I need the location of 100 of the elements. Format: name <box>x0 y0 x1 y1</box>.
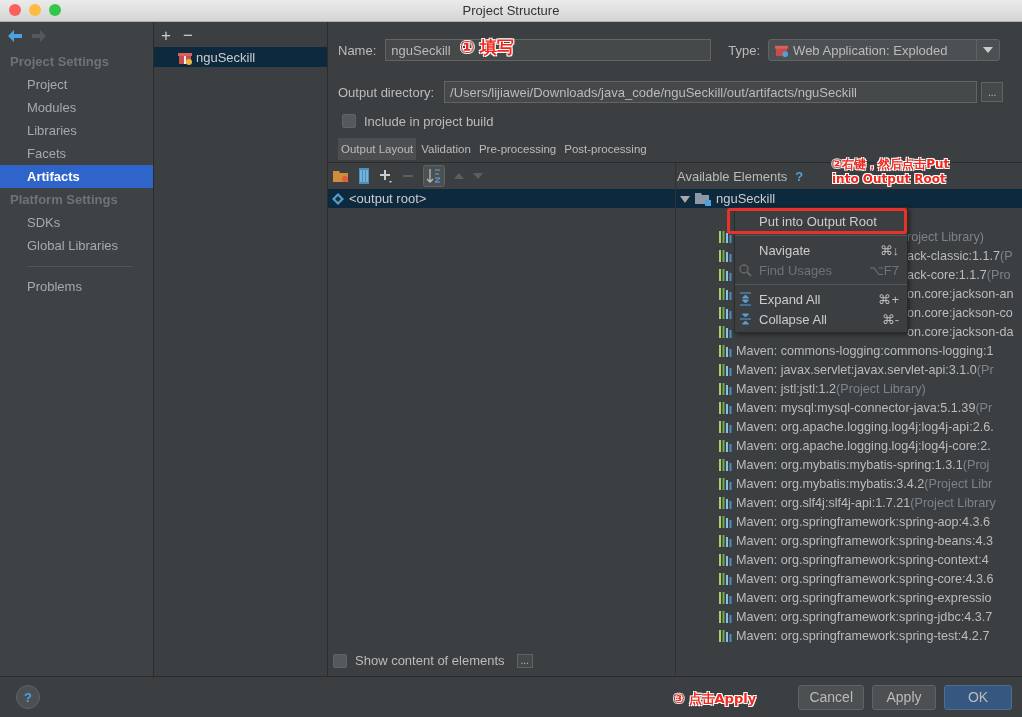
library-item[interactable]: Maven: org.springframework:spring-aop:4.3.6 <box>736 514 991 529</box>
checkbox[interactable] <box>342 114 356 128</box>
help-link[interactable]: ? <box>795 168 804 184</box>
library-icon <box>719 325 733 338</box>
dialog-button[interactable]: OK <box>944 684 1012 710</box>
close-button[interactable] <box>9 4 21 16</box>
archive-icon[interactable] <box>358 168 370 184</box>
library-icon <box>719 306 733 319</box>
add-icon[interactable] <box>379 169 393 183</box>
tab[interactable]: Output Layout <box>338 138 417 160</box>
library-icon <box>719 572 733 585</box>
available-elements-label: Available Elements <box>677 168 788 184</box>
sidebar-item[interactable]: SDKs <box>0 211 153 234</box>
library-icon <box>719 268 733 281</box>
library-item[interactable]: Maven: org.apache.logging.log4j:log4j-core:2. <box>736 438 991 453</box>
diamond-icon <box>332 192 344 205</box>
library-item[interactable]: Maven: org.springframework:spring-test:4.2.7 <box>736 628 990 643</box>
library-item[interactable]: ack-classic:1.1.7(P <box>907 248 1013 263</box>
type-label: Type: <box>728 42 761 58</box>
library-item[interactable]: Maven: org.springframework:spring-context:4 <box>736 552 989 567</box>
menu-item[interactable]: Collapse All ⌘- <box>735 309 907 329</box>
folder-icon <box>695 191 711 206</box>
library-item[interactable]: ack-core:1.1.7(Pro <box>907 267 1011 282</box>
type-dropdown[interactable]: Web Application: Exploded <box>768 39 1001 61</box>
output-directory-field[interactable]: /Users/lijiawei/Downloads/java_code/nguSeckill/out/artifacts/nguSeckill <box>444 81 978 103</box>
library-item[interactable]: Maven: org.springframework:spring-beans:4.3 <box>736 533 993 548</box>
library-icon <box>719 629 733 642</box>
down-arrow-icon[interactable] <box>473 172 483 180</box>
library-icon <box>719 382 733 395</box>
back-arrow-icon[interactable] <box>8 30 22 42</box>
dropdown-arrow-icon[interactable] <box>983 46 994 54</box>
maximize-button[interactable] <box>49 4 61 16</box>
window-title: Project Structure <box>462 3 560 18</box>
library-icon <box>719 420 733 433</box>
more-button[interactable]: ... <box>516 653 533 668</box>
up-arrow-icon[interactable] <box>454 172 464 180</box>
library-item[interactable]: Maven: mysql:mysql-connector-java:5.1.39(Pr <box>736 400 993 415</box>
forward-arrow-icon[interactable] <box>32 30 46 42</box>
expanded-arrow-icon[interactable] <box>680 193 690 204</box>
library-icon <box>719 344 733 357</box>
sort-icon[interactable] <box>423 165 445 187</box>
output-directory-label: Output directory: <box>338 84 435 100</box>
sidebar-item[interactable]: Global Libraries <box>0 234 153 257</box>
menu-item[interactable]: Navigate ⌘↓ <box>735 240 907 260</box>
library-icon <box>719 591 733 604</box>
show-content-label: Show content of elements <box>355 653 505 668</box>
sidebar-item[interactable]: Modules <box>0 96 153 119</box>
library-icon <box>719 439 733 452</box>
collapse-all-icon <box>739 312 752 326</box>
library-item[interactable]: Maven: org.springframework:spring-jdbc:4.3.7 <box>736 609 993 624</box>
library-item[interactable]: Maven: jstl:jstl:1.2(Project Library) <box>736 381 926 396</box>
expand-all-icon <box>739 292 752 306</box>
remove-button[interactable]: − <box>182 26 193 45</box>
artifact-item[interactable]: nguSeckill <box>154 47 327 67</box>
library-item[interactable]: Maven: org.springframework:spring-expressio <box>736 590 992 605</box>
menu-item[interactable]: Put into Output Root <box>735 211 907 231</box>
sidebar-item[interactable]: Project <box>0 73 153 96</box>
sidebar-item[interactable]: Artifacts <box>0 165 153 188</box>
dialog-button[interactable]: Apply <box>872 684 936 710</box>
library-icon <box>719 363 733 376</box>
minimize-button[interactable] <box>29 4 41 16</box>
annotation-label: ① 填写 <box>460 36 515 59</box>
library-icon <box>719 610 733 623</box>
dialog-button[interactable]: Cancel <box>798 684 864 710</box>
add-button[interactable]: + <box>161 26 171 45</box>
library-icon <box>719 515 733 528</box>
sidebar-item[interactable]: Problems <box>0 275 153 298</box>
checkbox[interactable] <box>333 653 347 668</box>
sidebar-item[interactable]: Libraries <box>0 119 153 142</box>
folder-icon[interactable] <box>333 169 349 183</box>
library-icon <box>719 401 733 414</box>
annotation-label: ②右键，然后点击Put into Output Root <box>832 157 951 187</box>
library-icon <box>719 496 733 509</box>
tree-item[interactable]: <output root> <box>328 189 675 208</box>
library-item[interactable]: Maven: javax.servlet:javax.servlet-api:3.1.0(Pr <box>736 362 994 377</box>
library-item[interactable]: Maven: commons-logging:commons-logging:1 <box>736 343 994 358</box>
library-item[interactable]: Maven: org.mybatis:mybatis-spring:1.3.1(Proj <box>736 457 990 472</box>
search-icon <box>739 263 752 277</box>
include-in-build-label: Include in project build <box>364 113 494 129</box>
library-item[interactable]: on.core:jackson-an <box>907 286 1014 301</box>
menu-item[interactable]: Expand All ⌘+ <box>735 289 907 309</box>
library-icon <box>719 458 733 471</box>
gift-icon <box>775 43 790 57</box>
sidebar-item[interactable]: Facets <box>0 142 153 165</box>
library-icon <box>719 287 733 300</box>
library-icon <box>719 534 733 547</box>
tree-item[interactable]: nguSeckill <box>676 189 1022 208</box>
library-item[interactable]: Maven: org.springframework:spring-core:4.3.6 <box>736 571 994 586</box>
library-item[interactable]: Maven: org.mybatis:mybatis:3.4.2(Project Libr <box>736 476 993 491</box>
browse-button[interactable]: ... <box>981 82 1004 102</box>
help-button[interactable]: ? <box>16 685 40 709</box>
library-icon <box>719 477 733 490</box>
annotation-label: ③ 点击Apply <box>673 690 757 708</box>
library-item[interactable]: on.core:jackson-da <box>907 324 1014 339</box>
library-icon <box>719 230 733 243</box>
library-item[interactable]: Maven: org.slf4j:slf4j-api:1.7.21(Project Library <box>736 495 996 510</box>
library-icon <box>719 553 733 566</box>
library-item[interactable]: on.core:jackson-co <box>907 305 1013 320</box>
name-label: Name: <box>338 42 377 58</box>
library-item[interactable]: Maven: org.apache.logging.log4j:log4j-api:2.6. <box>736 419 994 434</box>
